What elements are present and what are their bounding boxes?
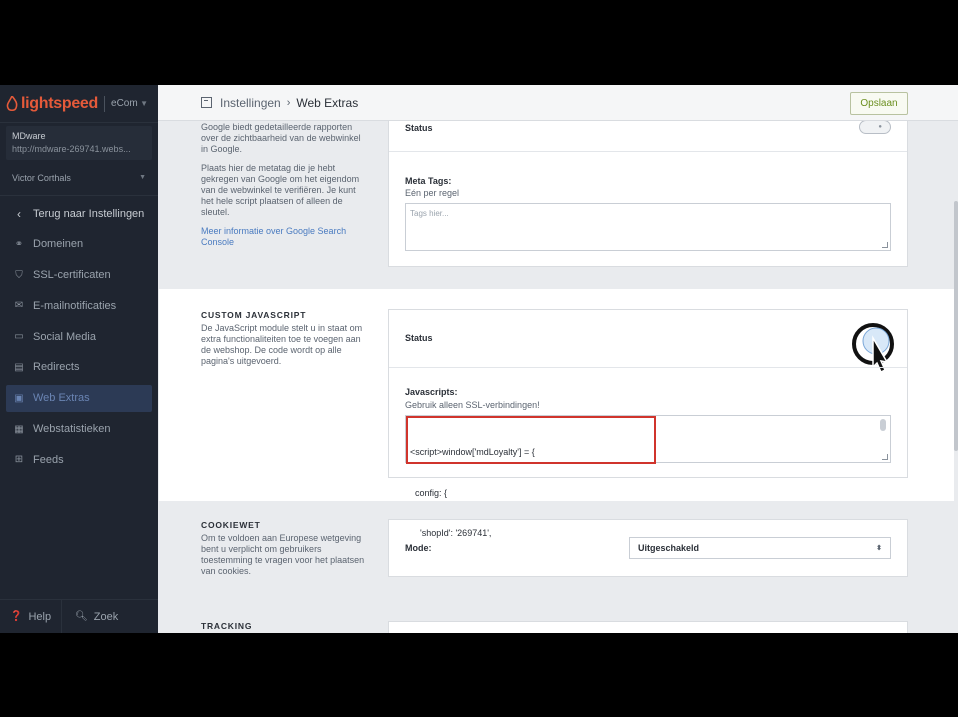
chevron-left-icon: ‹ [17, 206, 21, 221]
sidebar-item-webstatistieken[interactable]: ▦ Webstatistieken [6, 416, 152, 443]
code-line: 'shopId': '269741', [410, 528, 492, 538]
page-title: Web Extras [296, 95, 359, 110]
store-selector[interactable]: MDware http://mdware-269741.webs... [6, 126, 152, 160]
chevron-down-icon: ▼ [139, 174, 146, 181]
google-text-2: Plaats hier de metatag die je hebt gekre… [201, 163, 360, 217]
search-label: Zoek [93, 610, 119, 623]
sidebar-item-label: Web Extras [33, 392, 90, 405]
sidebar-item-label: Webstatistieken [33, 423, 111, 436]
resize-handle-icon[interactable] [882, 242, 888, 248]
mode-value: Uitgeschakeld [638, 543, 700, 553]
sidebar-item-web-extras[interactable]: ▣ Web Extras [6, 384, 152, 412]
search-button[interactable]: 🔍︎ Zoek [61, 599, 128, 633]
google-description: Google biedt gedetailleerde rapporten ov… [201, 122, 369, 248]
highlight-box [406, 416, 656, 464]
javascripts-label: Javascripts: [405, 387, 458, 397]
help-icon: ❓ [10, 611, 23, 622]
tracking-heading: TRACKING [201, 621, 253, 631]
back-label: Terug naar Instellingen [33, 207, 145, 220]
sidebar-item-label: E-mailnotificaties [33, 299, 117, 312]
meta-tags-label: Meta Tags: [405, 176, 452, 186]
app-window: lightspeed eCom ▼ MDware http://mdware-2… [0, 85, 958, 633]
mode-select[interactable]: Uitgeschakeld ⬍ [629, 537, 891, 559]
back-to-settings-link[interactable]: ‹ Terug naar Instellingen [6, 200, 152, 227]
mail-icon: ✉ [14, 300, 24, 312]
custom-js-text: De JavaScript module stelt u in staat om… [201, 323, 363, 366]
header-bar: Instellingen › Web Extras Opslaan [158, 85, 958, 121]
cookiewet-heading: COOKIEWET [201, 520, 261, 530]
page-scrollbar[interactable] [954, 201, 958, 451]
textarea-scrollbar[interactable] [880, 419, 886, 431]
link-icon: ⚭ [14, 238, 24, 250]
logo-text: lightspeed [21, 94, 99, 112]
custom-js-status-label: Status [405, 333, 433, 343]
breadcrumb-parent[interactable]: Instellingen [220, 96, 281, 110]
store-url: http://mdware-269741.webs... [12, 144, 131, 154]
product-name: eCom [111, 98, 138, 109]
meta-tags-hint: Eén per regel [405, 188, 460, 198]
save-button[interactable]: Opslaan [850, 92, 908, 115]
google-search-console-link[interactable]: Meer informatie over Google Search Conso… [201, 226, 346, 247]
breadcrumb-separator: › [286, 96, 291, 109]
chat-icon: ▭ [14, 331, 24, 343]
sidebar-item-label: SSL-certificaten [33, 269, 111, 282]
logo-row[interactable]: lightspeed eCom ▼ [0, 85, 158, 123]
sidebar-item-feeds[interactable]: ⊞ Feeds [6, 446, 152, 473]
sidebar-item-social[interactable]: ▭ Social Media [6, 323, 152, 350]
logo-divider [104, 95, 106, 112]
tracking-description: TRACKING [201, 621, 369, 633]
stats-icon: ▦ [14, 423, 24, 435]
sidebar-nav: ‹ Terug naar Instellingen ⚭ Domeinen ⛉ S… [0, 196, 158, 473]
user-menu[interactable]: Victor Corthals ▼ [0, 160, 158, 196]
sidebar-item-label: Domeinen [33, 238, 84, 251]
code-line: config: { [410, 487, 448, 498]
sidebar-item-ssl[interactable]: ⛉ SSL-certificaten [6, 262, 152, 289]
meta-tags-textarea[interactable]: Tags hier... [405, 203, 891, 251]
sidebar: lightspeed eCom ▼ MDware http://mdware-2… [0, 85, 158, 633]
web-extras-icon [201, 97, 212, 108]
help-label: Help [28, 610, 52, 623]
custom-js-card: Status Javascripts: Gebruik alleen SSL-v… [388, 309, 908, 538]
flame-icon [6, 95, 18, 111]
sidebar-item-redirects[interactable]: ▤ Redirects [6, 354, 152, 381]
user-name: Victor Corthals [12, 172, 71, 183]
redirect-icon: ▤ [14, 361, 24, 373]
sidebar-footer: ❓ Help 🔍︎ Zoek [0, 599, 158, 633]
google-status-toggle[interactable]: ● [859, 120, 891, 134]
chevron-down-icon[interactable]: ▼ [140, 99, 148, 108]
google-status-label: Status [405, 123, 433, 133]
javascripts-hint: Gebruik alleen SSL-verbindingen! [405, 400, 540, 410]
sidebar-item-domeinen[interactable]: ⚭ Domeinen [6, 231, 152, 258]
search-icon: 🔍︎ [75, 611, 88, 622]
custom-js-description: CUSTOM JAVASCRIPT De JavaScript module s… [201, 310, 369, 367]
sidebar-item-label: Social Media [33, 330, 96, 343]
cookiewet-description: COOKIEWET Om te voldoen aan Europese wet… [201, 520, 369, 577]
tracking-card [388, 621, 908, 633]
toggle-cursor-icon[interactable] [851, 322, 899, 378]
meta-tags-placeholder: Tags hier... [410, 209, 449, 218]
sidebar-item-label: Feeds [33, 453, 64, 466]
javascript-code-textarea[interactable]: <script>window['mdLoyalty'] = { config: … [405, 415, 891, 538]
custom-js-heading: CUSTOM JAVASCRIPT [201, 310, 307, 320]
main-content: Instellingen › Web Extras Opslaan Google… [158, 85, 958, 633]
store-name: MDware [12, 131, 46, 141]
sidebar-item-label: Redirects [33, 361, 80, 374]
select-arrows-icon: ⬍ [876, 545, 882, 552]
feeds-icon: ⊞ [14, 454, 24, 466]
google-card: Status ● Meta Tags: Eén per regel Tags h… [388, 105, 908, 267]
sidebar-item-email[interactable]: ✉ E-mailnotificaties [6, 292, 152, 319]
web-extras-icon: ▣ [14, 392, 24, 404]
google-text-1: Google biedt gedetailleerde rapporten ov… [201, 122, 361, 154]
help-button[interactable]: ❓ Help [0, 600, 61, 634]
resize-handle-icon[interactable] [882, 454, 888, 460]
custom-javascript-section: CUSTOM JAVASCRIPT De JavaScript module s… [159, 289, 954, 538]
cookiewet-text: Om te voldoen aan Europese wetgeving ben… [201, 533, 365, 576]
shield-icon: ⛉ [15, 269, 23, 281]
